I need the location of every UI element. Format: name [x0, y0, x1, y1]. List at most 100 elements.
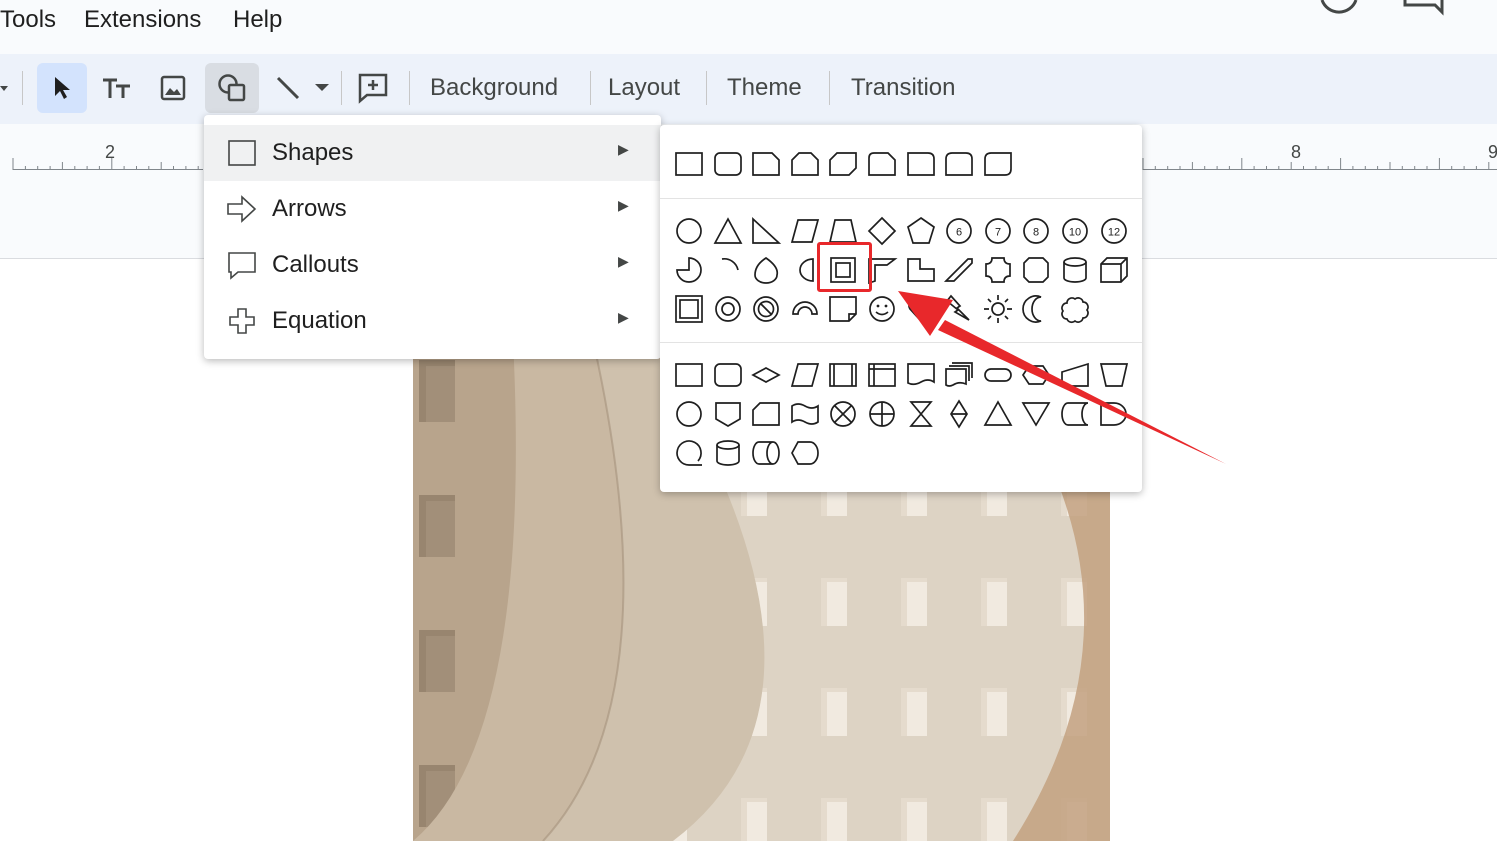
shape-moon[interactable]: [1019, 292, 1053, 326]
menu-item-equation[interactable]: Equation ▶: [204, 293, 661, 349]
menu-item-label: Equation: [272, 307, 367, 334]
shape-bevel[interactable]: [672, 292, 706, 326]
toolbar-divider: [341, 71, 342, 105]
shape-donut[interactable]: [711, 292, 745, 326]
menu-item-shapes[interactable]: Shapes ▶: [204, 125, 661, 181]
shape-round-same-side[interactable]: [942, 147, 976, 181]
background-button[interactable]: Background: [430, 74, 558, 102]
shape-sort[interactable]: [942, 397, 976, 431]
shape-dodecagon-12[interactable]: 12: [1097, 214, 1131, 248]
shape-right-triangle[interactable]: [749, 214, 783, 248]
shape-preparation[interactable]: [1019, 358, 1053, 392]
shape-snip-round-one[interactable]: [865, 147, 899, 181]
shape-rounded-rectangle[interactable]: [711, 147, 745, 181]
toolbar-divider: [590, 71, 591, 105]
add-comment-icon: [358, 73, 388, 104]
shape-dropdown-menu: Shapes ▶ Arrows ▶ Callouts ▶ Equation ▶: [204, 115, 661, 359]
shape-terminator[interactable]: [981, 358, 1015, 392]
menu-extensions[interactable]: Extensions: [84, 6, 201, 34]
shape-diagonal-stripe[interactable]: [942, 253, 976, 287]
ruler-label: 2: [105, 142, 116, 162]
shape-or[interactable]: [865, 397, 899, 431]
shape-card[interactable]: [749, 397, 783, 431]
shape-oval[interactable]: [672, 214, 706, 248]
toolbar-overflow-caret-icon[interactable]: [0, 84, 10, 94]
shape-magnetic-disk[interactable]: [711, 436, 745, 470]
shape-no-symbol[interactable]: [749, 292, 783, 326]
shape-can[interactable]: [1058, 253, 1092, 287]
shape-arc[interactable]: [711, 253, 745, 287]
theme-button[interactable]: Theme: [727, 74, 802, 102]
shape-off-page-connector[interactable]: [711, 397, 745, 431]
shape-connector[interactable]: [672, 397, 706, 431]
shape-predefined-process[interactable]: [826, 358, 860, 392]
shape-process[interactable]: [672, 358, 706, 392]
shape-snip-same-side[interactable]: [788, 147, 822, 181]
toolbar-divider: [22, 71, 23, 105]
submenu-arrow-icon: ▶: [618, 141, 629, 157]
history-icon[interactable]: [1318, 0, 1362, 14]
shape-l-shape[interactable]: [904, 253, 938, 287]
line-icon: [276, 76, 300, 100]
shape-multidocument[interactable]: [942, 358, 976, 392]
shape-alternate-process[interactable]: [711, 358, 745, 392]
shape-folded-corner[interactable]: [826, 292, 860, 326]
shape-sun[interactable]: [981, 292, 1015, 326]
right-arrow-icon: [227, 195, 257, 223]
shape-punched-tape[interactable]: [788, 397, 822, 431]
line-button[interactable]: [268, 63, 308, 113]
shape-triangle[interactable]: [711, 214, 745, 248]
shape-teardrop[interactable]: [749, 253, 783, 287]
shape-extract[interactable]: [981, 397, 1015, 431]
shape-octagon-8[interactable]: 8: [1019, 214, 1053, 248]
shape-document[interactable]: [904, 358, 938, 392]
shape-rectangle[interactable]: [672, 147, 706, 181]
shape-round-diagonal[interactable]: [981, 147, 1015, 181]
transition-button[interactable]: Transition: [851, 74, 955, 102]
panel-divider: [660, 342, 1142, 343]
highlight-box: [817, 242, 872, 292]
shape-internal-storage[interactable]: [865, 358, 899, 392]
menu-item-arrows[interactable]: Arrows ▶: [204, 181, 661, 237]
menu-help[interactable]: Help: [233, 6, 282, 34]
shape-hexagon-6[interactable]: 6: [942, 214, 976, 248]
shape-cross[interactable]: [981, 253, 1015, 287]
shape-smiley-face[interactable]: [865, 292, 899, 326]
shape-manual-operation[interactable]: [1097, 358, 1131, 392]
insert-image-button[interactable]: [148, 63, 198, 113]
new-comment-button[interactable]: [350, 63, 396, 113]
shape-data[interactable]: [788, 358, 822, 392]
shape-merge[interactable]: [1019, 397, 1053, 431]
shape-pentagon[interactable]: [904, 214, 938, 248]
shape-display[interactable]: [788, 436, 822, 470]
shape-decagon-10[interactable]: 10: [1058, 214, 1092, 248]
comment-icon[interactable]: [1402, 0, 1446, 16]
menu-item-callouts[interactable]: Callouts ▶: [204, 237, 661, 293]
menu-tools[interactable]: Tools: [0, 6, 56, 34]
shape-sequential-access-storage[interactable]: [672, 436, 706, 470]
shape-plaque[interactable]: [1019, 253, 1053, 287]
select-tool-button[interactable]: [37, 63, 87, 113]
shape-button[interactable]: [205, 63, 259, 113]
shape-direct-access-storage[interactable]: [749, 436, 783, 470]
shape-cube[interactable]: [1097, 253, 1131, 287]
shape-cloud[interactable]: [1058, 292, 1092, 326]
text-box-button[interactable]: [92, 63, 142, 113]
shape-snip-one-corner[interactable]: [749, 147, 783, 181]
shape-lightning-bolt[interactable]: [942, 292, 976, 326]
shape-snip-diagonal[interactable]: [826, 147, 860, 181]
text-box-icon: [103, 78, 130, 98]
shape-pie[interactable]: [672, 253, 706, 287]
shape-summing-junction[interactable]: [826, 397, 860, 431]
shape-stored-data[interactable]: [1058, 397, 1092, 431]
shape-delay[interactable]: [1097, 397, 1131, 431]
shape-block-arc[interactable]: [788, 292, 822, 326]
shape-heart[interactable]: [904, 292, 938, 326]
line-dropdown-button[interactable]: [310, 63, 334, 113]
shape-manual-input[interactable]: [1058, 358, 1092, 392]
shape-round-one-corner[interactable]: [904, 147, 938, 181]
layout-button[interactable]: Layout: [608, 74, 680, 102]
shape-heptagon-7[interactable]: 7: [981, 214, 1015, 248]
shape-decision[interactable]: [749, 358, 783, 392]
shape-collate[interactable]: [904, 397, 938, 431]
